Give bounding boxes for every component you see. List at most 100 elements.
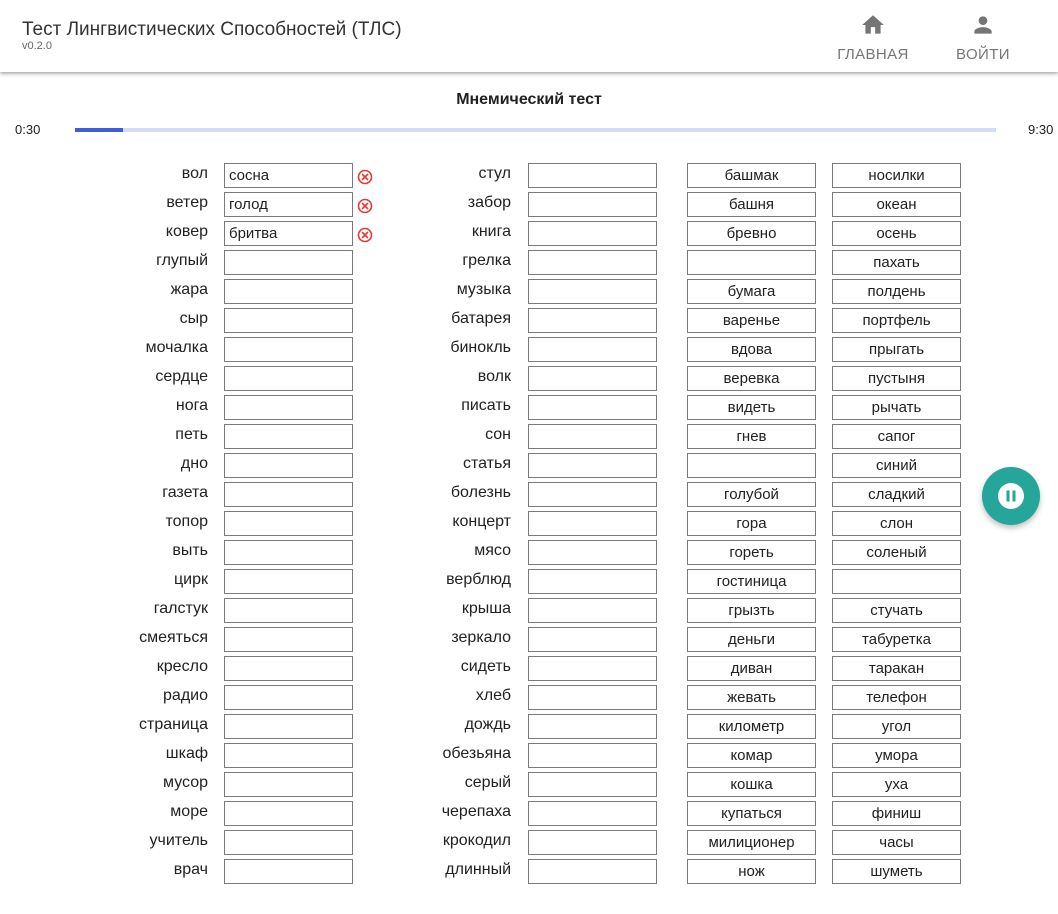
word-bank-item[interactable]: сладкий [832, 482, 961, 507]
word-bank-item[interactable]: бревно [687, 221, 816, 246]
answer-input-col2[interactable] [528, 424, 657, 449]
word-bank-item[interactable]: варенье [687, 308, 816, 333]
word-bank-item[interactable]: таракан [832, 656, 961, 681]
home-button[interactable]: ГЛАВНАЯ [828, 8, 918, 66]
word-bank-item[interactable]: милиционер [687, 830, 816, 855]
answer-input-col2[interactable] [528, 482, 657, 507]
answer-input-col1[interactable] [224, 714, 353, 739]
answer-input-col2[interactable] [528, 743, 657, 768]
word-bank-item[interactable]: рычать [832, 395, 961, 420]
answer-input-col1[interactable] [224, 801, 353, 826]
word-bank-item[interactable]: нож [687, 859, 816, 884]
answer-input-col2[interactable] [528, 279, 657, 304]
word-bank-item[interactable]: комар [687, 743, 816, 768]
answer-input-col1[interactable] [224, 511, 353, 536]
word-bank-item[interactable]: телефон [832, 685, 961, 710]
word-bank-item[interactable]: пустыня [832, 366, 961, 391]
word-bank-item[interactable]: башня [687, 192, 816, 217]
answer-input-col2[interactable] [528, 627, 657, 652]
answer-input-col1[interactable] [224, 424, 353, 449]
word-bank-item[interactable]: океан [832, 192, 961, 217]
word-bank-item[interactable]: жевать [687, 685, 816, 710]
answer-input-col1[interactable] [224, 598, 353, 623]
word-bank-item[interactable]: грызть [687, 598, 816, 623]
word-bank-item[interactable]: кошка [687, 772, 816, 797]
word-bank-item[interactable]: видеть [687, 395, 816, 420]
word-bank-item[interactable]: бумага [687, 279, 816, 304]
answer-input-col1[interactable] [224, 192, 353, 217]
answer-input-col1[interactable] [224, 453, 353, 478]
word-bank-item[interactable]: угол [832, 714, 961, 739]
answer-input-col1[interactable] [224, 830, 353, 855]
answer-input-col2[interactable] [528, 598, 657, 623]
answer-input-col2[interactable] [528, 308, 657, 333]
word-bank-item[interactable]: осень [832, 221, 961, 246]
word-bank-item[interactable]: прыгать [832, 337, 961, 362]
answer-input-col1[interactable] [224, 656, 353, 681]
answer-input-col2[interactable] [528, 192, 657, 217]
answer-input-col1[interactable] [224, 540, 353, 565]
answer-input-col1[interactable] [224, 743, 353, 768]
answer-input-col2[interactable] [528, 540, 657, 565]
answer-input-col2[interactable] [528, 453, 657, 478]
word-bank-item[interactable]: слон [832, 511, 961, 536]
answer-input-col2[interactable] [528, 511, 657, 536]
word-bank-item[interactable]: полдень [832, 279, 961, 304]
word-bank-item[interactable]: гостиница [687, 569, 816, 594]
answer-input-col2[interactable] [528, 250, 657, 275]
word-bank-item[interactable] [687, 453, 816, 478]
word-bank-item[interactable]: умора [832, 743, 961, 768]
word-bank-item[interactable]: носилки [832, 163, 961, 188]
word-bank-item[interactable]: гора [687, 511, 816, 536]
word-bank-item[interactable]: купаться [687, 801, 816, 826]
word-bank-item[interactable]: вдова [687, 337, 816, 362]
answer-input-col1[interactable] [224, 366, 353, 391]
word-bank-item[interactable]: веревка [687, 366, 816, 391]
answer-input-col2[interactable] [528, 714, 657, 739]
answer-input-col2[interactable] [528, 221, 657, 246]
answer-input-col1[interactable] [224, 627, 353, 652]
answer-input-col1[interactable] [224, 250, 353, 275]
answer-input-col1[interactable] [224, 279, 353, 304]
word-bank-item[interactable]: табуретка [832, 627, 961, 652]
word-bank-item[interactable]: башмак [687, 163, 816, 188]
word-bank-item[interactable] [687, 250, 816, 275]
answer-input-col1[interactable] [224, 859, 353, 884]
login-button[interactable]: ВОЙТИ [938, 8, 1028, 66]
answer-input-col2[interactable] [528, 656, 657, 681]
answer-input-col1[interactable] [224, 337, 353, 362]
answer-input-col2[interactable] [528, 337, 657, 362]
word-bank-item[interactable]: портфель [832, 308, 961, 333]
word-bank-item[interactable]: километр [687, 714, 816, 739]
answer-input-col2[interactable] [528, 395, 657, 420]
word-bank-item[interactable]: стучать [832, 598, 961, 623]
word-bank-item[interactable]: пахать [832, 250, 961, 275]
word-bank-item[interactable]: уха [832, 772, 961, 797]
word-bank-item[interactable]: соленый [832, 540, 961, 565]
pause-button[interactable] [982, 467, 1040, 525]
word-bank-item[interactable]: финиш [832, 801, 961, 826]
word-bank-item[interactable] [832, 569, 961, 594]
answer-input-col2[interactable] [528, 685, 657, 710]
answer-input-col1[interactable] [224, 163, 353, 188]
word-bank-item[interactable]: гнев [687, 424, 816, 449]
answer-input-col2[interactable] [528, 569, 657, 594]
word-bank-item[interactable]: синий [832, 453, 961, 478]
word-bank-item[interactable]: шуметь [832, 859, 961, 884]
answer-input-col1[interactable] [224, 772, 353, 797]
answer-input-col2[interactable] [528, 801, 657, 826]
answer-input-col1[interactable] [224, 685, 353, 710]
word-bank-item[interactable]: сапог [832, 424, 961, 449]
word-bank-item[interactable]: часы [832, 830, 961, 855]
answer-input-col2[interactable] [528, 772, 657, 797]
answer-input-col2[interactable] [528, 163, 657, 188]
answer-input-col1[interactable] [224, 395, 353, 420]
answer-input-col2[interactable] [528, 859, 657, 884]
word-bank-item[interactable]: голубой [687, 482, 816, 507]
word-bank-item[interactable]: гореть [687, 540, 816, 565]
answer-input-col1[interactable] [224, 482, 353, 507]
word-bank-item[interactable]: деньги [687, 627, 816, 652]
answer-input-col2[interactable] [528, 366, 657, 391]
word-bank-item[interactable]: диван [687, 656, 816, 681]
answer-input-col1[interactable] [224, 308, 353, 333]
